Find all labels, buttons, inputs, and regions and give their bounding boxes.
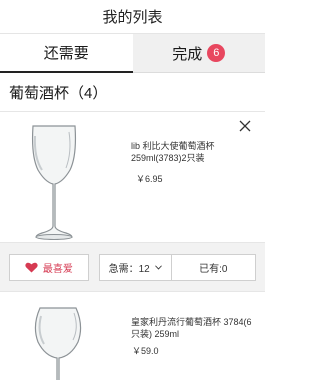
favorite-button[interactable]: 最喜爱: [9, 253, 89, 281]
chevron-down-icon: [154, 264, 162, 270]
needed-quantity-select[interactable]: 急需：12: [100, 254, 172, 280]
needed-quantity-label: 急需：12: [108, 263, 150, 275]
product-price: ￥6.95: [136, 174, 163, 184]
wine-glass-icon: [34, 307, 82, 380]
page-title: 我的列表: [102, 9, 163, 26]
quantity-group: 急需：12 已有:0: [98, 253, 256, 281]
category-title: 葡萄酒杯（4）: [0, 73, 265, 112]
completed-count-badge: 6: [207, 44, 226, 62]
product-name: lib 利比大使葡萄酒杯 259ml(3783)2只装: [131, 141, 215, 163]
wine-glass-icon: [31, 125, 77, 240]
close-icon[interactable]: [239, 120, 251, 132]
owned-quantity-label: 已有:0: [199, 263, 228, 275]
category-title-text: 葡萄酒杯（4）: [9, 84, 108, 102]
item-action-bar: 最喜爱 急需：12 已有:0: [0, 242, 265, 292]
tab-bar: 还需要 完成 6: [0, 33, 265, 73]
list-item[interactable]: 皇家利丹流行葡萄酒杯 3784(6只装) 259ml ￥59.0: [0, 292, 265, 380]
product-name: 皇家利丹流行葡萄酒杯 3784(6只装) 259ml: [131, 317, 252, 339]
tab-still-needed[interactable]: 还需要: [0, 34, 133, 73]
page-header: 我的列表: [0, 0, 265, 33]
owned-quantity-field[interactable]: 已有:0: [172, 255, 255, 280]
product-price: ￥59.0: [132, 346, 159, 356]
list-item[interactable]: lib 利比大使葡萄酒杯 259ml(3783)2只装 ￥6.95: [0, 112, 265, 242]
tab-label: 完成: [172, 45, 203, 63]
tab-completed[interactable]: 完成 6: [132, 34, 265, 73]
favorite-label: 最喜爱: [42, 263, 73, 275]
tab-label: 还需要: [43, 45, 89, 62]
heart-icon: [25, 262, 38, 273]
